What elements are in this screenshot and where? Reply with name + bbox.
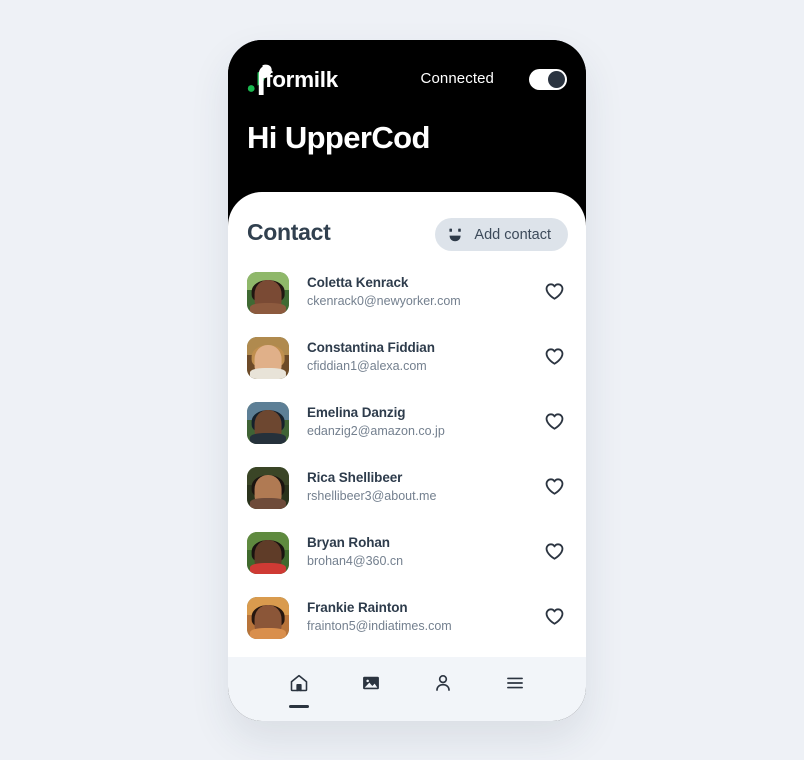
contact-row[interactable]: Constantina Fiddian cfiddian1@alexa.com bbox=[228, 325, 586, 390]
connection-status-label: Connected bbox=[420, 70, 494, 87]
contact-list[interactable]: Coletta Kenrack ckenrack0@newyorker.com Co… bbox=[228, 260, 586, 697]
add-contact-label: Add contact bbox=[474, 226, 551, 243]
phone-frame: formilk Connected Hi UpperCod Contact Ad… bbox=[228, 40, 586, 721]
avatar bbox=[247, 271, 289, 314]
heart-outline-icon bbox=[544, 346, 565, 370]
contact-row[interactable]: Frankie Rainton frainton5@indiatimes.com bbox=[228, 585, 586, 650]
contact-row[interactable]: Bryan Rohan brohan4@360.cn bbox=[228, 520, 586, 585]
heart-outline-icon bbox=[544, 541, 565, 565]
contact-email: frainton5@indiatimes.com bbox=[307, 619, 452, 634]
app-header: formilk Connected Hi UpperCod bbox=[228, 40, 586, 206]
contact-row[interactable]: Rica Shellibeer rshellibeer3@about.me bbox=[228, 455, 586, 520]
avatar bbox=[247, 336, 289, 379]
brand-logo: formilk bbox=[247, 64, 338, 96]
nav-item-menu[interactable] bbox=[498, 667, 532, 711]
contact-name: Bryan Rohan bbox=[307, 535, 390, 551]
contact-name: Emelina Danzig bbox=[307, 405, 406, 421]
menu-icon bbox=[505, 673, 525, 696]
connection-toggle[interactable] bbox=[529, 69, 567, 90]
favorite-button[interactable] bbox=[541, 410, 567, 436]
avatar bbox=[247, 466, 289, 509]
heart-outline-icon bbox=[544, 281, 565, 305]
contact-email: brohan4@360.cn bbox=[307, 554, 404, 569]
contact-section-header: Contact Add contact bbox=[228, 192, 586, 260]
avatar bbox=[247, 401, 289, 444]
favorite-button[interactable] bbox=[541, 540, 567, 566]
favorite-button[interactable] bbox=[541, 280, 567, 306]
favorite-button[interactable] bbox=[541, 605, 567, 631]
contact-email: ckenrack0@newyorker.com bbox=[307, 294, 461, 309]
heart-outline-icon bbox=[544, 411, 565, 435]
favorite-button[interactable] bbox=[541, 475, 567, 501]
contact-email: edanzig2@amazon.co.jp bbox=[307, 424, 445, 439]
smiley-face-icon bbox=[447, 228, 464, 242]
contact-row[interactable]: Emelina Danzig edanzig2@amazon.co.jp bbox=[228, 390, 586, 455]
contact-row[interactable]: Coletta Kenrack ckenrack0@newyorker.com bbox=[228, 260, 586, 325]
contact-card: Contact Add contact Coletta Kenrack ckenr… bbox=[228, 192, 586, 697]
contact-name: Constantina Fiddian bbox=[307, 340, 435, 356]
contact-email: cfiddian1@alexa.com bbox=[307, 359, 427, 374]
image-icon bbox=[361, 673, 381, 696]
formilk-f-logo-icon bbox=[247, 64, 273, 96]
contact-name: Rica Shellibeer bbox=[307, 470, 403, 486]
nav-item-home[interactable] bbox=[282, 667, 316, 711]
contact-name: Frankie Rainton bbox=[307, 600, 408, 616]
contact-details: Frankie Rainton frainton5@indiatimes.com bbox=[307, 600, 541, 634]
avatar bbox=[247, 596, 289, 639]
avatar bbox=[247, 531, 289, 574]
add-contact-button[interactable]: Add contact bbox=[435, 218, 568, 251]
heart-outline-icon bbox=[544, 476, 565, 500]
page-title: Contact bbox=[247, 219, 331, 245]
nav-active-indicator bbox=[361, 705, 381, 708]
nav-active-indicator bbox=[289, 705, 309, 708]
brand-name: formilk bbox=[265, 66, 338, 92]
heart-outline-icon bbox=[544, 606, 565, 630]
nav-active-indicator bbox=[505, 705, 525, 708]
toggle-knob bbox=[548, 71, 565, 88]
greeting-title: Hi UpperCod bbox=[247, 120, 430, 155]
contact-details: Bryan Rohan brohan4@360.cn bbox=[307, 535, 541, 569]
bottom-navigation-bar bbox=[228, 657, 586, 721]
favorite-button[interactable] bbox=[541, 345, 567, 371]
home-icon bbox=[289, 673, 309, 696]
nav-active-indicator bbox=[433, 705, 453, 708]
contact-details: Constantina Fiddian cfiddian1@alexa.com bbox=[307, 340, 541, 374]
contact-details: Rica Shellibeer rshellibeer3@about.me bbox=[307, 470, 541, 504]
nav-item-gallery[interactable] bbox=[354, 667, 388, 711]
contact-details: Emelina Danzig edanzig2@amazon.co.jp bbox=[307, 405, 541, 439]
nav-item-profile[interactable] bbox=[426, 667, 460, 711]
contact-email: rshellibeer3@about.me bbox=[307, 489, 437, 504]
contact-name: Coletta Kenrack bbox=[307, 275, 409, 291]
person-icon bbox=[433, 673, 453, 696]
contact-details: Coletta Kenrack ckenrack0@newyorker.com bbox=[307, 275, 541, 309]
